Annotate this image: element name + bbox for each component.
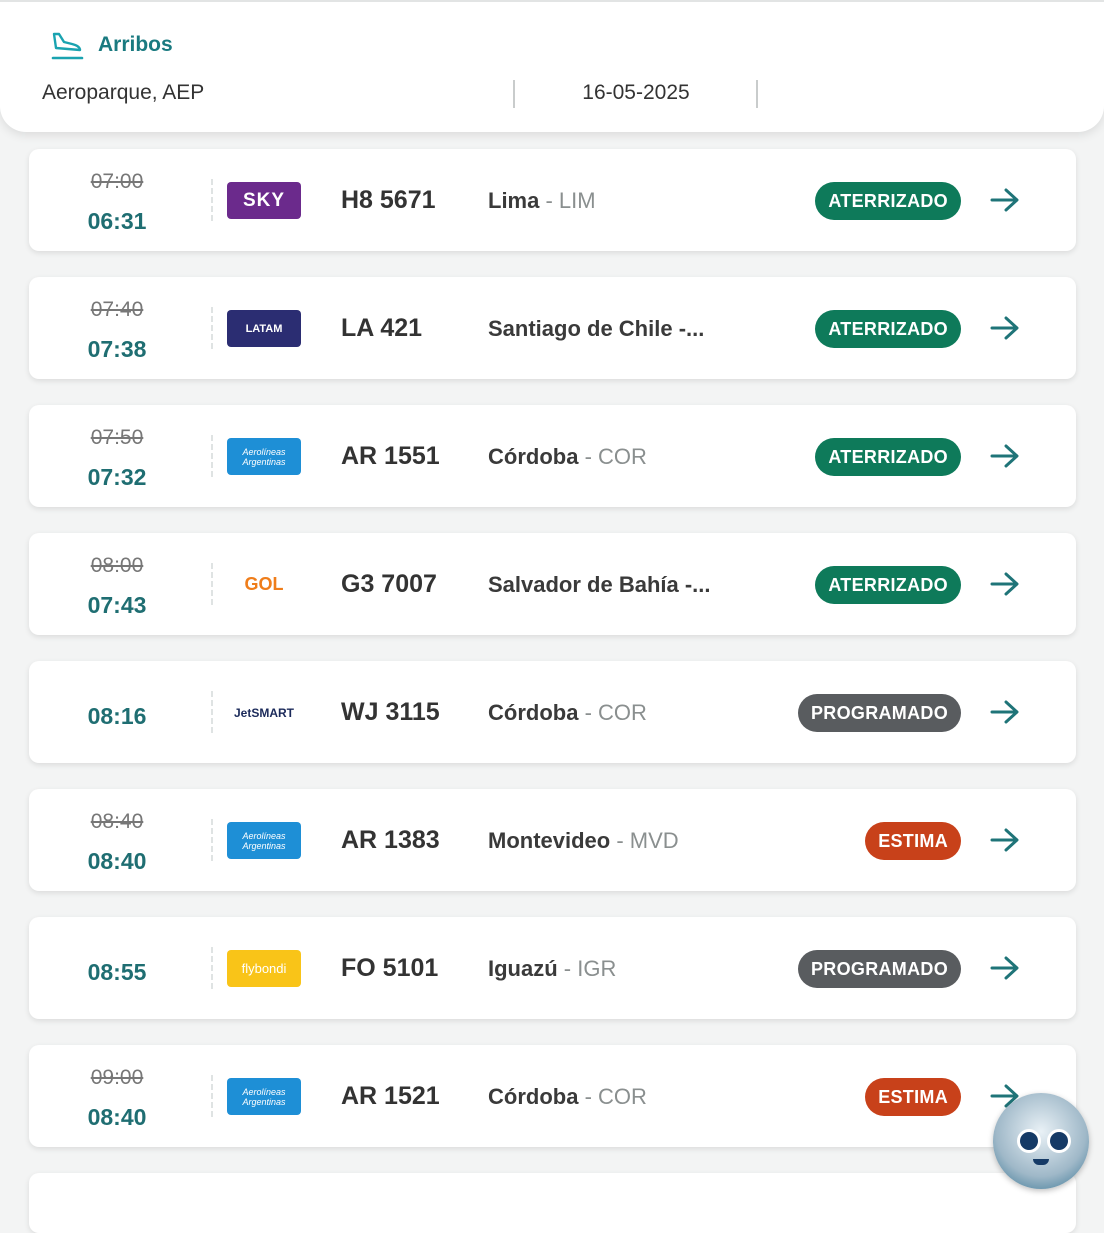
destination-code: - COR (578, 444, 647, 469)
status-badge: ATERRIZADO (815, 182, 961, 220)
robot-eye (1047, 1129, 1071, 1153)
robot-mouth (1033, 1159, 1049, 1165)
arrow-right-icon[interactable] (990, 571, 1020, 597)
status-badge: ATERRIZADO (815, 310, 961, 348)
flight-card[interactable]: 07:50 07:32 Aerolíneas Argentinas AR 1551 Có… (29, 405, 1076, 507)
arrivals-header: Arribos Aeroparque, AEP 16-05-2025 (0, 0, 1104, 132)
arrow-right-icon[interactable] (990, 315, 1020, 341)
destination: Montevideo - MVD (488, 828, 679, 854)
flight-card[interactable]: 07:00 06:31 SKY H8 5671 Lima - LIM ATERRIZADO (29, 149, 1076, 251)
divider (211, 435, 213, 477)
destination-code: - LIM (539, 188, 596, 213)
flight-number: FO 5101 (341, 954, 439, 982)
destination: Lima - LIM (488, 188, 596, 214)
destination-city: Iguazú (488, 956, 558, 981)
status-badge: ESTIMA (865, 1078, 961, 1116)
airport-selector[interactable]: Aeroparque, AEP (42, 81, 204, 105)
destination-code: - MVD (610, 828, 679, 853)
destination-city: Santiago de Chile -... (488, 316, 705, 341)
divider (211, 307, 213, 349)
arrivals-title-row[interactable]: Arribos (50, 28, 173, 62)
scheduled-time: 08:40 (90, 810, 144, 833)
scheduled-time: 07:50 (90, 426, 144, 449)
robot-eye (1017, 1129, 1041, 1153)
scheduled-time: 08:00 (90, 554, 144, 577)
scheduled-time: 07:40 (90, 298, 144, 321)
flight-card[interactable]: 08:16 JetSMART WJ 3115 Córdoba - COR PROGRAM… (29, 661, 1076, 763)
destination-city: Córdoba (488, 700, 579, 725)
flight-card[interactable]: 08:40 08:40 Aerolíneas Argentinas AR 1383 Mo… (29, 789, 1076, 891)
flight-number: AR 1521 (341, 1082, 440, 1110)
flight-number: H8 5671 (341, 186, 436, 214)
flight-number: G3 7007 (341, 570, 437, 598)
airline-logo: Aerolíneas Argentinas (227, 822, 301, 859)
actual-time: 07:32 (87, 464, 147, 490)
destination: Córdoba - COR (488, 700, 647, 726)
flight-number: AR 1551 (341, 442, 440, 470)
destination-city: Córdoba (488, 444, 579, 469)
flight-list: 07:00 06:31 SKY H8 5671 Lima - LIM ATERRIZADO… (29, 149, 1076, 1173)
status-badge: ATERRIZADO (815, 438, 961, 476)
arrow-right-icon[interactable] (990, 443, 1020, 469)
divider (211, 691, 213, 733)
divider (211, 1075, 213, 1117)
status-badge: ESTIMA (865, 822, 961, 860)
destination-city: Lima (488, 188, 540, 213)
actual-time: 07:43 (87, 592, 147, 618)
status-badge: ATERRIZADO (815, 566, 961, 604)
flight-card[interactable] (29, 1173, 1076, 1233)
destination-city: Salvador de Bahía -... (488, 572, 711, 597)
destination: Córdoba - COR (488, 1084, 647, 1110)
divider (211, 947, 213, 989)
status-badge: PROGRAMADO (798, 694, 961, 732)
date-selector[interactable]: 16-05-2025 (516, 81, 756, 105)
destination-code: - IGR (557, 956, 617, 981)
airline-logo: Aerolíneas Argentinas (227, 438, 301, 475)
actual-time: 08:40 (87, 1104, 147, 1130)
actual-time: 07:38 (87, 336, 147, 362)
actual-time: 08:16 (87, 703, 147, 729)
actual-time: 08:55 (87, 959, 147, 985)
chat-assistant-robot-icon[interactable] (993, 1093, 1089, 1189)
destination: Santiago de Chile -... (488, 316, 704, 342)
flight-number: LA 421 (341, 314, 423, 342)
arrow-right-icon[interactable] (990, 699, 1020, 725)
destination: Iguazú - IGR (488, 956, 616, 982)
status-badge: PROGRAMADO (798, 950, 961, 988)
divider (211, 563, 213, 605)
actual-time: 06:31 (87, 208, 147, 234)
page-title: Arribos (98, 33, 173, 56)
plane-landing-icon (51, 32, 84, 60)
divider (211, 179, 213, 221)
destination: Salvador de Bahía -... (488, 572, 711, 598)
divider (211, 819, 213, 861)
scheduled-time: 07:00 (90, 170, 144, 193)
destination-code: - COR (578, 700, 647, 725)
destination: Córdoba - COR (488, 444, 647, 470)
scheduled-time: 09:00 (90, 1066, 144, 1089)
airline-logo: flybondi (227, 950, 301, 987)
flight-number: AR 1383 (341, 826, 440, 854)
destination-city: Córdoba (488, 1084, 579, 1109)
arrow-right-icon[interactable] (990, 955, 1020, 981)
arrow-right-icon[interactable] (990, 187, 1020, 213)
flight-card[interactable]: 08:00 07:43 GOL G3 7007 Salvador de Bahía -.… (29, 533, 1076, 635)
divider (756, 80, 758, 108)
actual-time: 08:40 (87, 848, 147, 874)
arrow-right-icon[interactable] (990, 827, 1020, 853)
divider (513, 80, 515, 108)
airline-logo: Aerolíneas Argentinas (227, 1078, 301, 1115)
airline-logo: LATAM (227, 310, 301, 347)
flight-card[interactable]: 07:40 07:38 LATAM LA 421 Santiago de Chile -… (29, 277, 1076, 379)
flight-number: WJ 3115 (341, 698, 440, 726)
flight-card[interactable]: 09:00 08:40 Aerolíneas Argentinas AR 1521 Có… (29, 1045, 1076, 1147)
destination-code: - COR (578, 1084, 647, 1109)
airline-logo: JetSMART (227, 694, 301, 731)
airline-logo: SKY (227, 182, 301, 219)
flight-card[interactable]: 08:55 flybondi FO 5101 Iguazú - IGR PROGRAMA… (29, 917, 1076, 1019)
airline-logo: GOL (227, 566, 301, 603)
destination-city: Montevideo (488, 828, 611, 853)
